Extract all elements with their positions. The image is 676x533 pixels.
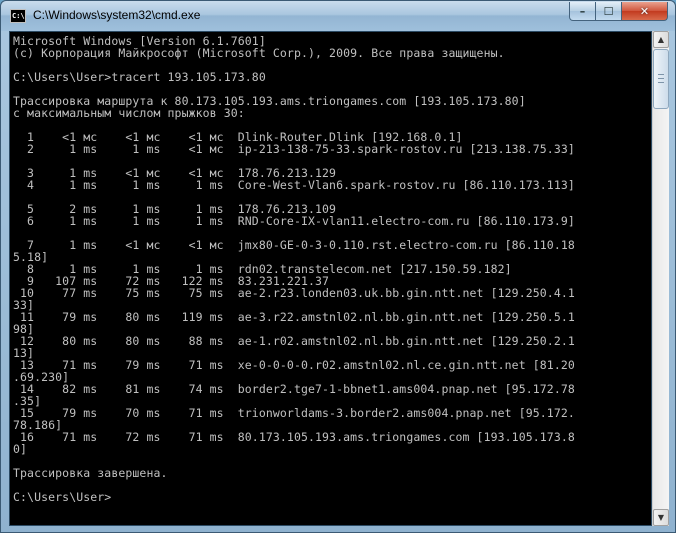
console-line: 2 1 ms 1 ms <1 мс ip-213-138-75-33.spark… [13, 142, 575, 156]
console-line: 4 1 ms 1 ms 1 ms Core-West-Vlan6.spark-r… [13, 178, 575, 192]
window-title: C:\Windows\system32\cmd.exe [33, 8, 201, 22]
console-line: 13 71 ms 79 ms 71 ms xe-0-0-0-0.r02.amst… [13, 358, 575, 372]
console-line: 7 1 ms <1 мс <1 мс jmx80-GE-0-3-0.110.rs… [13, 238, 575, 252]
console-line: 14 82 ms 81 ms 74 ms border2.tge7-1-bbne… [13, 382, 575, 396]
cmd-window: C:\ C:\Windows\system32\cmd.exe – ☐ ✕ Mi… [0, 0, 676, 533]
console-line: с максимальным числом прыжков 30: [13, 106, 245, 120]
title-bar[interactable]: C:\ C:\Windows\system32\cmd.exe – ☐ ✕ [1, 1, 675, 31]
cmd-app-icon[interactable]: C:\ [10, 9, 26, 23]
grip-line [658, 74, 664, 75]
maximize-button[interactable]: ☐ [595, 2, 622, 21]
console-line: (c) Корпорация Майкрософт (Microsoft Cor… [13, 46, 505, 60]
scroll-down-button[interactable]: ▼ [653, 509, 669, 526]
console-text: Microsoft Windows [Version 6.1.7601] (c) … [13, 35, 575, 503]
console-line: 10 77 ms 75 ms 75 ms ae-2.r23.londen03.u… [13, 286, 575, 300]
console-line: 11 79 ms 80 ms 119 ms ae-3.r22.amstnl02.… [13, 310, 575, 324]
console-line: 6 1 ms 1 ms 1 ms RND-Core-IX-vlan11.elec… [13, 214, 575, 228]
scroll-thumb[interactable] [653, 49, 669, 109]
console-line: C:\Users\User> [13, 490, 112, 504]
close-button[interactable]: ✕ [621, 2, 668, 21]
console-line: 12 80 ms 80 ms 88 ms ae-1.r02.amstnl02.n… [13, 334, 575, 348]
grip-line [658, 82, 664, 83]
minimize-button[interactable]: – [569, 2, 596, 21]
vertical-scrollbar[interactable]: ▲ ▼ [652, 31, 669, 526]
scroll-up-button[interactable]: ▲ [653, 31, 669, 48]
console-line: 15 79 ms 70 ms 71 ms trionworldams-3.bor… [13, 406, 575, 420]
console-line: C:\Users\User>tracert 193.105.173.80 [13, 70, 266, 84]
grip-line [658, 78, 664, 79]
console-line: Трассировка завершена. [13, 466, 168, 480]
console-output[interactable]: Microsoft Windows [Version 6.1.7601] (c) … [9, 31, 652, 526]
console-line: 16 71 ms 72 ms 71 ms 80.173.105.193.ams.… [13, 430, 575, 444]
console-line: 0] [13, 442, 28, 456]
